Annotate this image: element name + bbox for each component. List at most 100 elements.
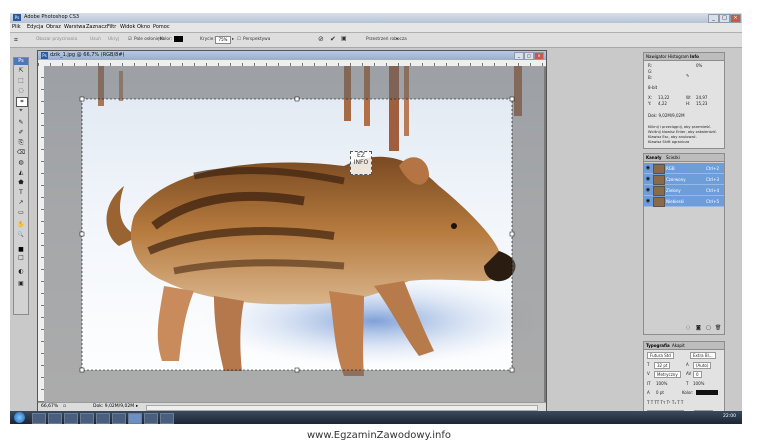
move-tool-icon[interactable]: ⇱ [16,67,26,75]
baseline-field[interactable]: 0 pt [656,390,664,395]
screen-mode-icon[interactable]: ▣ [16,280,26,288]
stamp-tool-icon[interactable]: ⎘ [16,139,26,147]
tab-info[interactable]: Info [690,54,699,59]
cancel-icon[interactable]: ⊘ [318,35,324,43]
hand-tool-icon[interactable]: ✋ [16,221,26,229]
status-nav-icon[interactable]: ▫ [63,404,66,409]
font-family-field[interactable]: Futura Std [647,352,674,359]
taskbar-app4-icon[interactable] [144,413,158,424]
faux-style-icons[interactable]: T T TT Tт T¹ T₁ T T [647,400,683,405]
channel-thumbnail [653,175,665,185]
shield-color-swatch[interactable] [174,36,183,42]
save-selection-icon[interactable]: ◙ [696,325,701,331]
tab-paths[interactable]: Ścieżki [666,155,680,160]
channel-thumbnail [653,186,665,196]
taskbar-ie-icon[interactable] [32,413,46,424]
slice-tool-icon[interactable]: ⌖ [16,107,26,115]
delete-channel-icon[interactable]: 🗑 [715,325,721,331]
menu-warstwa[interactable]: Warstwa [64,24,85,30]
type-tool-icon[interactable]: T [16,189,26,197]
menu-edycja[interactable]: Edycja [27,24,44,30]
doc-maximize-icon[interactable]: □ [524,52,534,60]
channel-blue[interactable]: ◉ Niebieski Ctrl+5 [644,196,724,207]
foreground-color-icon[interactable]: ■ [16,246,26,254]
delete-option[interactable]: Usuń [90,37,101,42]
menu-filtr[interactable]: Filtr [107,24,116,30]
minimize-button[interactable]: _ [708,14,719,23]
document-tab[interactable]: Ps dzik_1.jpg @ 66,7% (RGB/8#) _ □ × [38,51,546,60]
status-arrow-icon[interactable]: ▸ [136,404,138,409]
workspace-button[interactable]: Przestrzeń robocza [366,37,407,42]
menu-obraz[interactable]: Obraz [46,24,61,30]
font-size-field[interactable]: 32 pt [654,362,671,369]
taskbar-media-icon[interactable] [64,413,78,424]
horizontal-scale-field[interactable]: 100% [693,381,704,386]
menu-zaznacz[interactable]: Zaznacz [86,24,107,30]
channel-rgb[interactable]: ◉ RGB Ctrl+2 [644,163,724,174]
maximize-button[interactable]: □ [719,14,730,23]
taskbar-explorer-icon[interactable] [48,413,62,424]
doc-close-icon[interactable]: × [534,52,544,60]
perspective-checkbox[interactable]: ☐ [237,37,241,42]
tab-histogram[interactable]: Histogram [668,54,689,59]
channel-red[interactable]: ◉ Czerwony Ctrl+3 [644,174,724,185]
pen-tool-icon[interactable]: ⬟ [16,179,26,187]
taskbar-app-icon[interactable] [80,413,94,424]
leading-field[interactable]: (Auto) [693,362,712,369]
shape-tool-icon[interactable]: ▭ [16,209,26,217]
vertical-scale-field[interactable]: 100% [656,381,667,386]
taskbar-app2-icon[interactable] [96,413,110,424]
new-channel-icon[interactable]: ▢ [706,325,711,331]
marquee-tool-icon[interactable]: ⬚ [16,77,26,85]
color-label: Kolor: [160,37,173,42]
eye-icon[interactable]: ◉ [645,176,651,182]
taskbar-app3-icon[interactable] [112,413,126,424]
tracking-field[interactable]: 0 [693,371,702,378]
doc-minimize-icon[interactable]: _ [514,52,524,60]
taskbar-app5-icon[interactable] [160,413,174,424]
close-button[interactable]: × [730,14,741,23]
kerning-field[interactable]: Metryczny [654,371,681,378]
menu-pomoc[interactable]: Pomoc [153,24,170,30]
crop-icon[interactable]: ⌗ [14,36,18,45]
healing-tool-icon[interactable]: ✎ [16,119,26,127]
start-button[interactable] [14,412,25,423]
path-select-tool-icon[interactable]: ↗ [16,199,26,207]
menu-okno[interactable]: Okno [137,24,150,30]
tab-channels[interactable]: Kanały [646,155,661,160]
eye-icon[interactable]: ◉ [645,165,651,171]
tab-navigator[interactable]: Nawigator [646,54,666,59]
image-canvas[interactable] [44,66,544,402]
taskbar-photoshop-icon[interactable] [128,413,142,424]
gradient-tool-icon[interactable]: ◍ [16,159,26,167]
blur-tool-icon[interactable]: ◭ [16,169,26,177]
tab-typography[interactable]: Typografia [646,343,670,348]
opacity-arrow-icon[interactable]: ▸ [232,37,234,42]
crop-tool-icon[interactable]: ⌗ [16,97,28,107]
menu-plik[interactable]: Plik [12,24,21,30]
load-channel-icon[interactable]: ◌ [686,325,690,331]
eye-icon[interactable]: ◉ [645,198,651,204]
workspace-arrow-icon[interactable]: ▾ [396,37,398,42]
eye-icon[interactable]: ◉ [645,187,651,193]
windows-taskbar: 22:00 [10,411,742,424]
background-color-icon[interactable]: □ [16,254,26,262]
shield-checkbox[interactable]: ☑ [128,37,132,42]
bridge-icon[interactable]: ▣ [341,35,347,42]
commit-icon[interactable]: ✔ [330,35,336,43]
tab-paragraph[interactable]: Akapit [672,343,685,348]
hide-option[interactable]: Ukryj [108,37,119,42]
zoom-tool-icon[interactable]: 🔍 [16,231,26,239]
lasso-tool-icon[interactable]: ◌ [16,87,26,95]
zoom-level[interactable]: 66,67% [41,404,58,409]
info-r-label: R: [648,63,653,68]
character-panel-tabs: Typografia Akapit [644,342,724,350]
opacity-field[interactable]: 75% [215,36,231,44]
eraser-tool-icon[interactable]: ⌫ [16,149,26,157]
brush-tool-icon[interactable]: ✐ [16,129,26,137]
channel-green[interactable]: ◉ Zielony Ctrl+4 [644,185,724,196]
text-color-swatch[interactable] [696,390,718,395]
menu-widok[interactable]: Widok [120,24,135,30]
font-style-field[interactable]: Extra Bl... [690,352,716,359]
quick-mask-icon[interactable]: ◐ [16,268,26,276]
